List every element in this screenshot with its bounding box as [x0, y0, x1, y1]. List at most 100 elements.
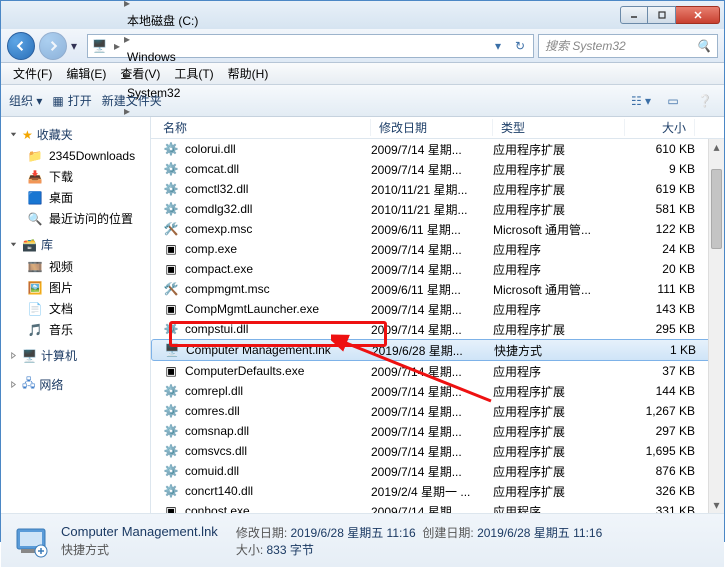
file-row[interactable]: ⚙️concrt140.dll2019/2/4 星期一 ...应用程序扩展326…	[151, 481, 724, 501]
image-icon: 🖼️	[27, 280, 43, 296]
file-size: 111 KB	[625, 282, 695, 296]
chevron-down-icon	[9, 130, 18, 139]
file-name: compmgmt.msc	[185, 282, 270, 296]
file-date: 2009/7/14 星期...	[371, 403, 493, 420]
column-date[interactable]: 修改日期	[371, 119, 493, 136]
close-button[interactable]	[676, 6, 720, 24]
search-input[interactable]: 搜索 System32 🔍	[538, 34, 718, 58]
file-date: 2010/11/21 星期...	[371, 181, 493, 198]
minimize-button[interactable]	[620, 6, 648, 24]
column-type[interactable]: 类型	[493, 119, 625, 136]
menu-item[interactable]: 工具(T)	[168, 63, 219, 84]
preview-pane-button[interactable]: ▭	[662, 90, 684, 112]
organize-button[interactable]: 组织 ▾	[9, 92, 42, 109]
chevron-right-icon[interactable]: ▸	[122, 0, 132, 10]
sidebar-item[interactable]: 🔍最近访问的位置	[1, 208, 150, 229]
menu-item[interactable]: 文件(F)	[7, 63, 58, 84]
file-type: 应用程序扩展	[493, 201, 625, 218]
file-size: 122 KB	[625, 222, 695, 236]
sidebar-network-header[interactable]: 🖧 网络	[1, 371, 150, 398]
file-name: comrepl.dll	[185, 384, 243, 398]
file-row[interactable]: ▣compact.exe2009/7/14 星期...应用程序20 KB	[151, 259, 724, 279]
sidebar-item[interactable]: 🎵音乐	[1, 319, 150, 340]
menu-item[interactable]: 帮助(H)	[222, 63, 275, 84]
sidebar-item[interactable]: 📥下载	[1, 166, 150, 187]
menu-item[interactable]: 编辑(E)	[60, 63, 112, 84]
breadcrumb-item[interactable]: 本地磁盘 (C:)	[122, 10, 203, 32]
chevron-right-icon[interactable]: ▸	[122, 32, 132, 46]
recent-icon: 🔍	[27, 211, 43, 227]
exe-icon: ▣	[163, 241, 179, 257]
sidebar-favorites-header[interactable]: ★ 收藏夹	[1, 123, 150, 146]
file-size: 297 KB	[625, 424, 695, 438]
msc-icon: 🛠️	[163, 221, 179, 237]
file-size: 326 KB	[625, 484, 695, 498]
sidebar-item[interactable]: 🟦桌面	[1, 187, 150, 208]
file-row[interactable]: ⚙️colorui.dll2009/7/14 星期...应用程序扩展610 KB	[151, 139, 724, 159]
exe-icon: ▣	[163, 363, 179, 379]
file-row[interactable]: ⚙️comrepl.dll2009/7/14 星期...应用程序扩展144 KB	[151, 381, 724, 401]
sidebar-computer-header[interactable]: 🖥️ 计算机	[1, 344, 150, 367]
msc-icon: 🛠️	[163, 281, 179, 297]
file-list[interactable]: ⚙️colorui.dll2009/7/14 星期...应用程序扩展610 KB…	[151, 139, 724, 513]
file-name: compstui.dll	[185, 322, 248, 336]
maximize-button[interactable]	[648, 6, 676, 24]
file-row[interactable]: 🛠️compmgmt.msc2009/6/11 星期...Microsoft 通…	[151, 279, 724, 299]
file-type: Microsoft 通用管...	[493, 221, 625, 238]
file-row[interactable]: ⚙️compstui.dll2009/7/14 星期...应用程序扩展295 K…	[151, 319, 724, 339]
titlebar	[1, 1, 724, 29]
open-button[interactable]: ▦打开	[52, 92, 91, 109]
refresh-button[interactable]: ↻	[509, 39, 531, 53]
navbar: ▾ 🖥️ ▸ 计算机▸本地磁盘 (C:)▸Windows▸System32▸ ▾…	[1, 29, 724, 63]
file-row[interactable]: ⚙️comcat.dll2009/7/14 星期...应用程序扩展9 KB	[151, 159, 724, 179]
column-name[interactable]: 名称	[151, 119, 371, 136]
sidebar-item[interactable]: 📄文档	[1, 298, 150, 319]
back-button[interactable]	[7, 32, 35, 60]
new-folder-button[interactable]: 新建文件夹	[102, 92, 162, 109]
scroll-thumb[interactable]	[711, 169, 722, 249]
file-row[interactable]: ⚙️comres.dll2009/7/14 星期...应用程序扩展1,267 K…	[151, 401, 724, 421]
column-size[interactable]: 大小	[625, 119, 695, 136]
file-type: Microsoft 通用管...	[493, 281, 625, 298]
sidebar-item[interactable]: 🖼️图片	[1, 277, 150, 298]
forward-button[interactable]	[39, 32, 67, 60]
file-row[interactable]: ▣comp.exe2009/7/14 星期...应用程序24 KB	[151, 239, 724, 259]
sidebar: ★ 收藏夹 📁2345Downloads📥下载🟦桌面🔍最近访问的位置 🗃️ 库 …	[1, 117, 151, 513]
address-history-button[interactable]: ▾	[487, 39, 509, 53]
file-row[interactable]: ⚙️comsvcs.dll2009/7/14 星期...应用程序扩展1,695 …	[151, 441, 724, 461]
column-headers: 名称 修改日期 类型 大小	[151, 117, 724, 139]
file-row[interactable]: ⚙️comuid.dll2009/7/14 星期...应用程序扩展876 KB	[151, 461, 724, 481]
nav-history-dropdown[interactable]: ▾	[71, 39, 83, 53]
file-type: 应用程序扩展	[493, 141, 625, 158]
file-row[interactable]: ⚙️comsnap.dll2009/7/14 星期...应用程序扩展297 KB	[151, 421, 724, 441]
file-name: conhost.exe	[185, 504, 250, 513]
file-size: 143 KB	[625, 302, 695, 316]
address-bar[interactable]: 🖥️ ▸ 计算机▸本地磁盘 (C:)▸Windows▸System32▸ ▾ ↻	[87, 34, 534, 58]
sidebar-item[interactable]: 🎞️视频	[1, 256, 150, 277]
scroll-down-button[interactable]: ▾	[709, 497, 724, 513]
scroll-up-button[interactable]: ▴	[709, 139, 724, 155]
sidebar-item[interactable]: 📁2345Downloads	[1, 146, 150, 166]
file-type: 快捷方式	[494, 342, 626, 359]
file-row[interactable]: ⚙️comdlg32.dll2010/11/21 星期...应用程序扩展581 …	[151, 199, 724, 219]
chevron-right-icon[interactable]: ▸	[112, 39, 122, 53]
file-row[interactable]: 🖥️Computer Management.lnk2019/6/28 星期...…	[151, 339, 724, 361]
file-name: comexp.msc	[185, 222, 252, 236]
file-row[interactable]: 🛠️comexp.msc2009/6/11 星期...Microsoft 通用管…	[151, 219, 724, 239]
star-icon: ★	[22, 128, 33, 142]
view-options-button[interactable]: ☷ ▾	[630, 90, 652, 112]
search-placeholder: 搜索 System32	[545, 37, 626, 54]
network-icon: 🖧	[22, 374, 35, 395]
file-type: 应用程序扩展	[493, 383, 625, 400]
sidebar-libraries-header[interactable]: 🗃️ 库	[1, 233, 150, 256]
file-row[interactable]: ▣conhost.exe2009/7/14 星期...应用程序331 KB	[151, 501, 724, 513]
menu-item[interactable]: 查看(V)	[114, 63, 166, 84]
file-row[interactable]: ⚙️comctl32.dll2010/11/21 星期...应用程序扩展619 …	[151, 179, 724, 199]
help-button[interactable]: ❔	[694, 90, 716, 112]
vertical-scrollbar[interactable]: ▴ ▾	[708, 139, 724, 513]
exe-icon: ▣	[163, 261, 179, 277]
folder-icon: 📁	[27, 148, 43, 164]
chevron-down-icon	[9, 240, 18, 249]
file-row[interactable]: ▣CompMgmtLauncher.exe2009/7/14 星期...应用程序…	[151, 299, 724, 319]
file-row[interactable]: ▣ComputerDefaults.exe2009/7/14 星期...应用程序…	[151, 361, 724, 381]
